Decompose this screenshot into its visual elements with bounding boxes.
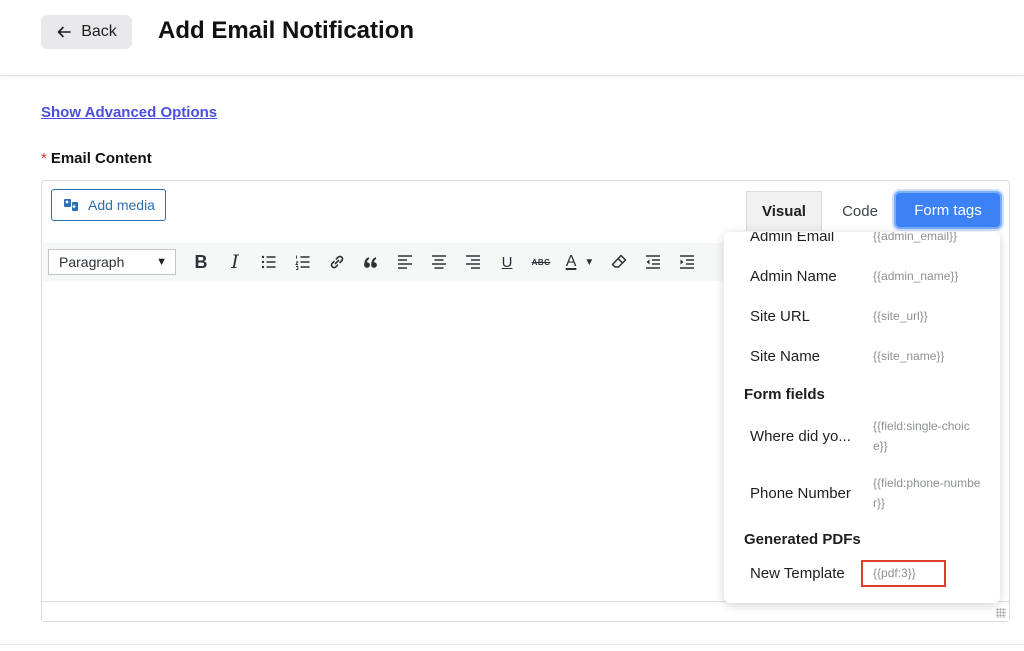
top-bar: Back Add Email Notification bbox=[0, 0, 1024, 76]
clear-formatting-icon[interactable] bbox=[602, 247, 636, 277]
caret-down-icon: ▼ bbox=[156, 256, 167, 268]
italic-icon[interactable]: I bbox=[218, 247, 252, 277]
add-media-icon bbox=[64, 199, 79, 211]
required-marker: * bbox=[41, 150, 47, 167]
form-tag-name: Site Name bbox=[750, 347, 821, 365]
divider bbox=[0, 644, 1024, 645]
align-center-icon[interactable] bbox=[422, 247, 456, 277]
editor-toolbar: Paragraph ▼ B I U ABC A ▼ bbox=[43, 243, 723, 281]
form-tag-item-site-url[interactable]: Site URL {{site_url}} bbox=[724, 296, 1000, 336]
highlight-annotation-box bbox=[861, 560, 946, 587]
add-media-button[interactable]: Add media bbox=[51, 189, 166, 221]
text-color-icon[interactable]: A ▼ bbox=[558, 247, 602, 277]
outdent-icon[interactable] bbox=[636, 247, 670, 277]
form-tag-name: New Template bbox=[750, 564, 845, 582]
numbered-list-icon[interactable] bbox=[286, 247, 320, 277]
add-media-label: Add media bbox=[88, 197, 155, 213]
back-label: Back bbox=[81, 23, 117, 40]
format-select-value: Paragraph bbox=[59, 254, 125, 270]
form-tag-name: Admin Name bbox=[750, 267, 837, 285]
form-tag-name: Phone Number bbox=[750, 484, 851, 502]
underline-icon[interactable]: U bbox=[490, 247, 524, 277]
email-content-label: * Email Content bbox=[41, 150, 152, 167]
form-tags-dropdown: Admin Email {{admin_email}} Admin Name {… bbox=[724, 232, 1000, 603]
blockquote-icon[interactable] bbox=[354, 247, 388, 277]
form-tag-code: {{site_name}} bbox=[873, 349, 945, 363]
form-tag-item-admin-email[interactable]: Admin Email {{admin_email}} bbox=[724, 232, 1000, 248]
align-left-icon[interactable] bbox=[388, 247, 422, 277]
form-tag-code: {{site_url}} bbox=[873, 309, 928, 323]
bulleted-list-icon[interactable] bbox=[252, 247, 286, 277]
bold-icon[interactable]: B bbox=[184, 247, 218, 277]
link-icon[interactable] bbox=[320, 247, 354, 277]
resize-handle-icon[interactable] bbox=[996, 608, 1006, 618]
generated-pdfs-heading: Generated PDFs bbox=[744, 531, 861, 548]
tab-visual[interactable]: Visual bbox=[746, 191, 822, 231]
page-title: Add Email Notification bbox=[158, 17, 415, 44]
strikethrough-icon[interactable]: ABC bbox=[524, 247, 558, 277]
form-tag-item-phone-number[interactable]: Phone Number {{field:phone-number}} bbox=[724, 469, 1000, 517]
paragraph-format-select[interactable]: Paragraph ▼ bbox=[48, 249, 176, 275]
form-tags-button[interactable]: Form tags bbox=[894, 191, 1002, 229]
editor-status-bar bbox=[42, 601, 1009, 621]
email-content-label-text: Email Content bbox=[50, 150, 152, 167]
indent-icon[interactable] bbox=[670, 247, 704, 277]
caret-down-icon: ▼ bbox=[584, 256, 595, 268]
form-tag-code: {{field:phone-number}} bbox=[873, 476, 981, 510]
tab-code[interactable]: Code bbox=[830, 191, 890, 231]
form-fields-heading: Form fields bbox=[744, 386, 825, 403]
show-advanced-options-link[interactable]: Show Advanced Options bbox=[41, 104, 217, 121]
form-tag-name: Admin Email bbox=[750, 232, 835, 245]
form-tag-item-where-did-you[interactable]: Where did yo... {{field:single-choice}} bbox=[724, 412, 1000, 460]
form-tag-item-admin-name[interactable]: Admin Name {{admin_name}} bbox=[724, 256, 1000, 296]
form-tag-item-site-name[interactable]: Site Name {{site_name}} bbox=[724, 336, 1000, 376]
back-button[interactable]: Back bbox=[41, 15, 132, 49]
form-tag-name: Site URL bbox=[750, 307, 811, 325]
form-tag-code: {{admin_email}} bbox=[873, 232, 958, 243]
form-tag-name: Where did yo... bbox=[750, 427, 851, 445]
form-tag-code: {{admin_name}} bbox=[873, 269, 959, 283]
form-tag-code: {{field:single-choice}} bbox=[873, 419, 970, 453]
arrow-left-icon bbox=[57, 26, 72, 38]
align-right-icon[interactable] bbox=[456, 247, 490, 277]
